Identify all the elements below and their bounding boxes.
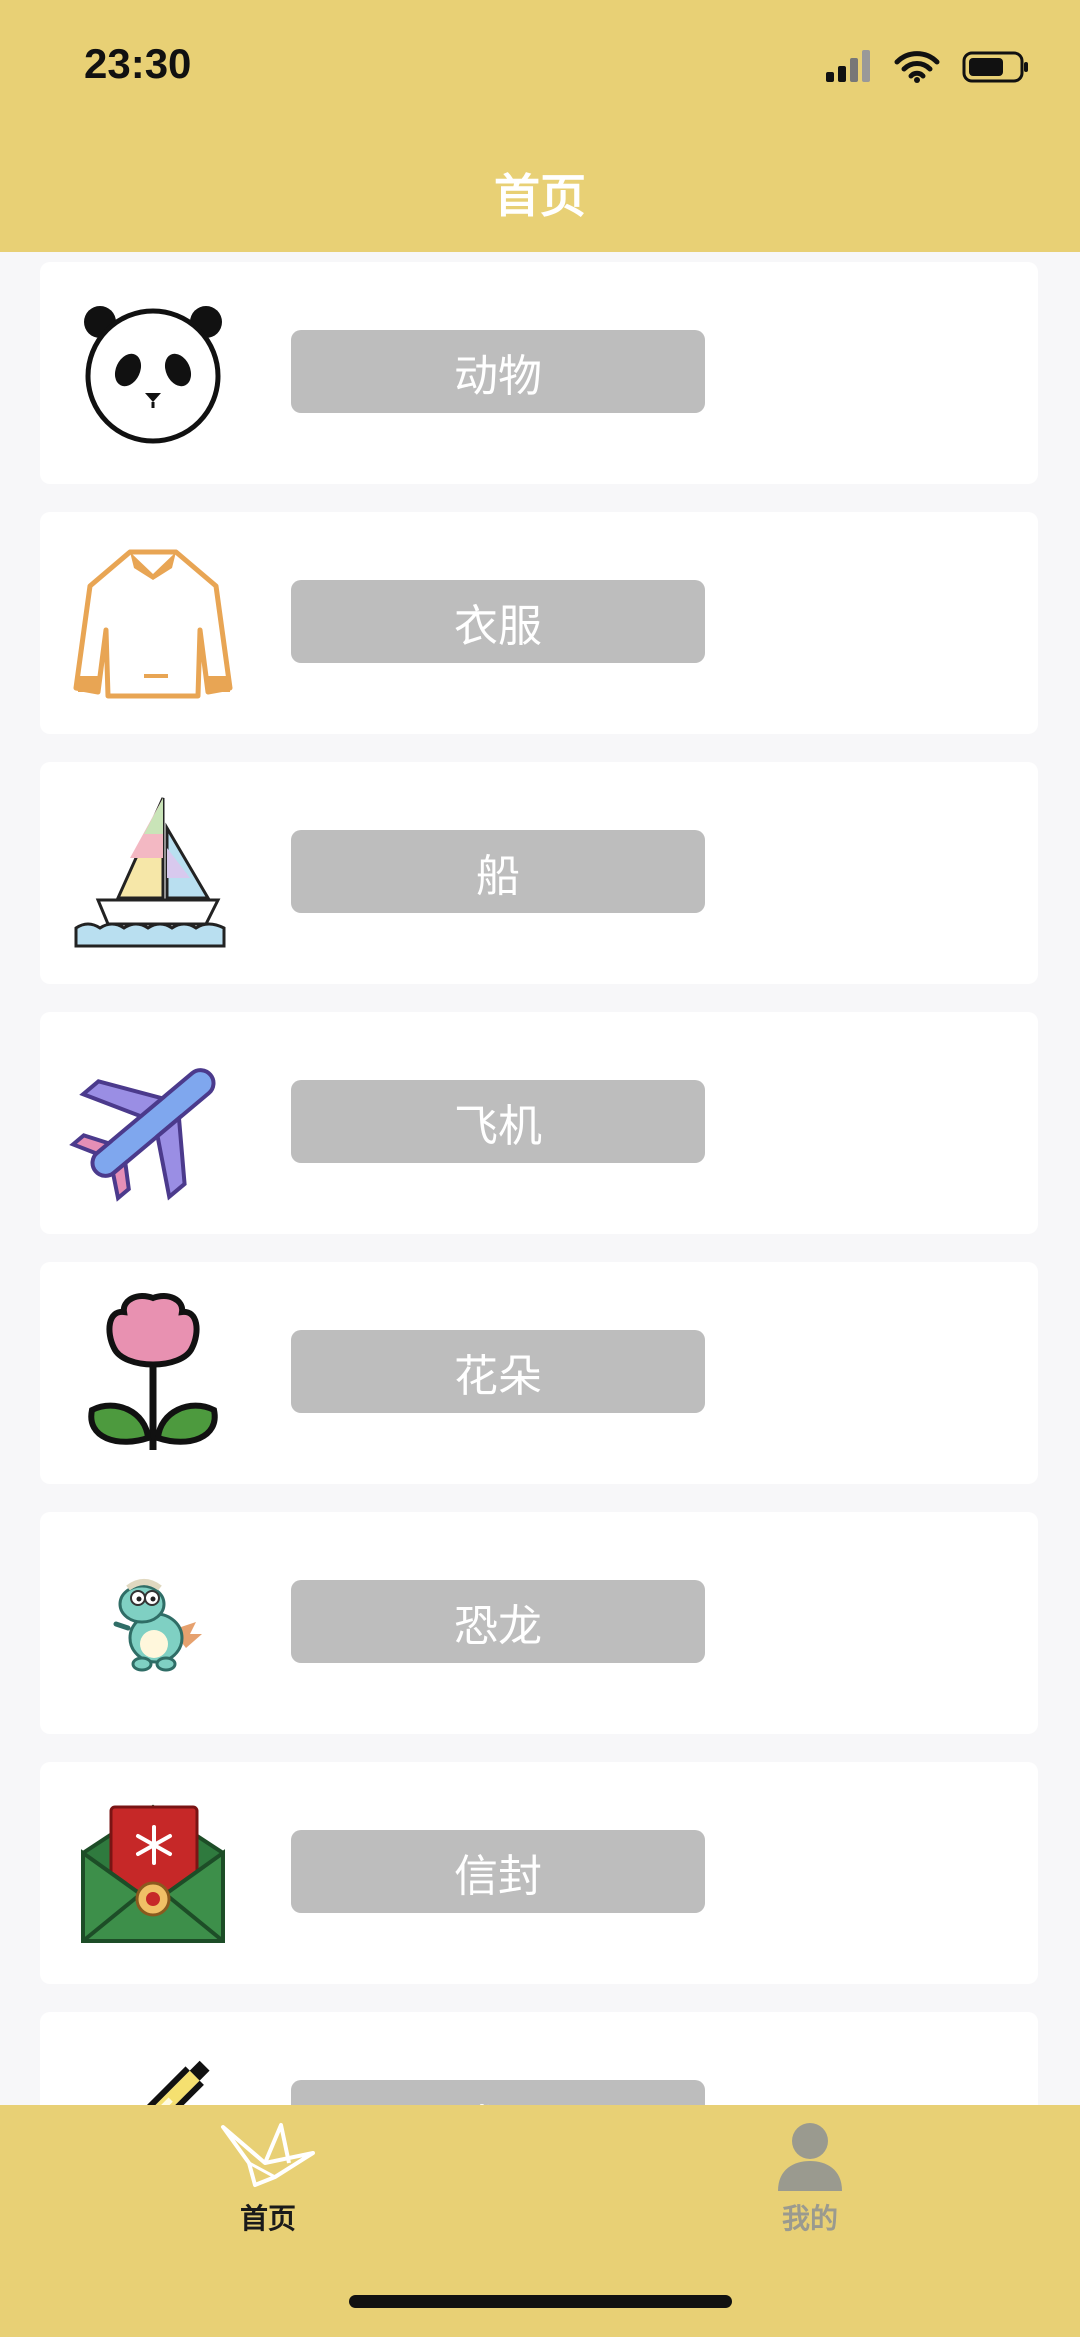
user-icon <box>778 2123 842 2191</box>
wifi-icon <box>894 51 940 83</box>
shirt-icon <box>68 538 238 708</box>
paper-crane-icon <box>221 2123 315 2187</box>
category-button-dinosaur[interactable]: 恐龙 <box>291 1580 705 1663</box>
sailboat-icon <box>68 788 238 958</box>
tab-home[interactable]: 首页 <box>168 2119 368 2237</box>
tab-profile[interactable]: 我的 <box>710 2119 910 2237</box>
tulip-icon <box>68 1288 238 1458</box>
envelope-icon <box>68 1788 238 1958</box>
page-title: 首页 <box>494 169 586 223</box>
home-indicator[interactable] <box>349 2295 732 2308</box>
list-item[interactable]: 动物 <box>40 262 1038 484</box>
category-button-animal[interactable]: 动物 <box>291 330 705 413</box>
list-item[interactable]: 飞机 <box>40 1012 1038 1234</box>
category-button-clothes[interactable]: 衣服 <box>291 580 705 663</box>
tab-home-label: 首页 <box>239 2202 296 2235</box>
list-item[interactable]: 船 <box>40 762 1038 984</box>
status-time: 23:30 <box>84 40 192 87</box>
status-icons <box>826 50 1030 84</box>
list-item[interactable]: 花朵 <box>40 1262 1038 1484</box>
panda-icon <box>68 288 238 458</box>
pixel-sword-icon <box>68 2038 238 2105</box>
airplane-icon <box>68 1038 238 1208</box>
battery-icon <box>962 51 1028 83</box>
category-button-envelope[interactable]: 信封 <box>291 1830 705 1913</box>
list-item[interactable]: 武器 <box>40 2012 1038 2105</box>
cellular-signal-icon <box>826 50 870 82</box>
category-button-airplane[interactable]: 飞机 <box>291 1080 705 1163</box>
category-button-flower[interactable]: 花朵 <box>291 1330 705 1413</box>
list-item[interactable]: 衣服 <box>40 512 1038 734</box>
category-button-weapon[interactable]: 武器 <box>291 2080 705 2105</box>
tab-profile-label: 我的 <box>781 2202 838 2235</box>
bottom-tab-bar: 首页 我的 <box>0 2105 1080 2337</box>
category-list[interactable]: 动物 衣服 船 飞机 花朵 恐龙 信封 <box>0 252 1080 2105</box>
list-item[interactable]: 恐龙 <box>40 1512 1038 1734</box>
category-button-boat[interactable]: 船 <box>291 830 705 913</box>
app-header: 23:30 首页 <box>0 0 1080 252</box>
dinosaur-icon <box>68 1538 238 1708</box>
list-item[interactable]: 信封 <box>40 1762 1038 1984</box>
